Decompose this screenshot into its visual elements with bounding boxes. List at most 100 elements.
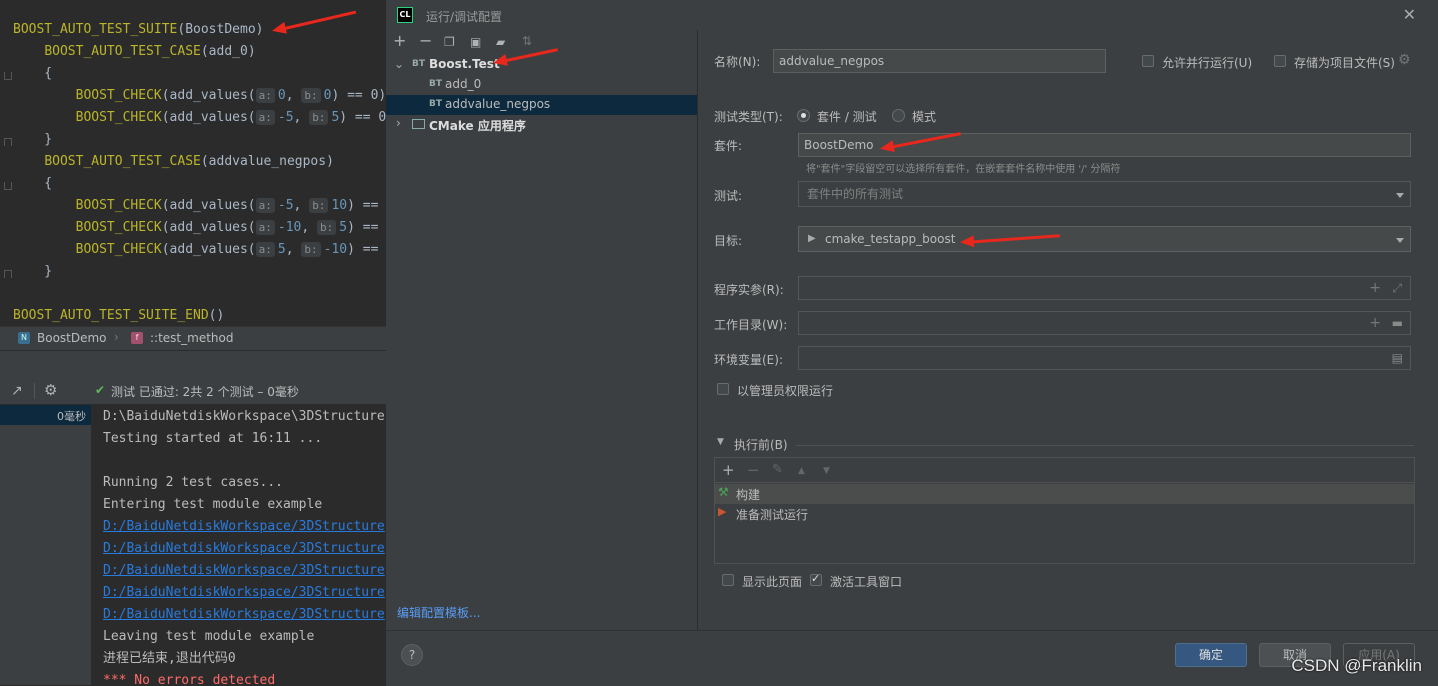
- code-line: BOOST_AUTO_TEST_CASE(add_0): [13, 41, 256, 63]
- chevron-right-icon[interactable]: ›: [396, 116, 401, 130]
- tree-group-cmake[interactable]: CMake 应用程序: [429, 117, 526, 134]
- code-line: BOOST_CHECK(add_values(a:0, b:0) == 0);: [13, 85, 386, 107]
- move-down-icon[interactable]: ▼: [823, 464, 830, 478]
- hammer-icon: ⚒: [718, 485, 729, 499]
- code-token: BOOST_AUTO_TEST_SUITE: [13, 22, 178, 37]
- console-link[interactable]: D:/BaiduNetdiskWorkspace/3DStructure: [103, 560, 385, 582]
- console-link[interactable]: D:/BaiduNetdiskWorkspace/3DStructure: [103, 582, 385, 604]
- expand-icon[interactable]: ⤢: [1392, 277, 1402, 299]
- target-label: 目标:: [714, 234, 743, 248]
- add-icon[interactable]: +: [393, 33, 406, 49]
- move-up-icon[interactable]: ▲: [798, 464, 805, 478]
- env-field[interactable]: ▤: [798, 346, 1411, 370]
- param-hint: b:: [309, 198, 329, 213]
- sort-icon[interactable]: ⇅: [522, 34, 532, 48]
- activate-tool-label: 激活工具窗口: [830, 575, 903, 589]
- fold-marker[interactable]: [4, 182, 12, 190]
- console-link[interactable]: D:/BaiduNetdiskWorkspace/3DStructure: [103, 516, 385, 538]
- code-line: {: [13, 173, 52, 195]
- param-hint: b:: [301, 242, 321, 257]
- tree-item-add-0[interactable]: add_0: [445, 77, 481, 91]
- add-icon[interactable]: +: [1369, 312, 1381, 334]
- close-icon[interactable]: ✕: [1403, 5, 1416, 24]
- store-as-file-checkbox[interactable]: [1274, 55, 1286, 67]
- code-token: }: [13, 132, 53, 147]
- target-dropdown-value: cmake_testapp_boost: [825, 232, 956, 246]
- list-item[interactable]: ⚒ 构建: [715, 484, 1414, 504]
- test-dropdown-value: 套件中的所有测试: [807, 187, 904, 201]
- add-icon[interactable]: +: [722, 463, 735, 478]
- chevron-down-icon[interactable]: ⌄: [394, 57, 404, 71]
- workdir-field[interactable]: + ▬: [798, 311, 1411, 335]
- code-token: 10: [331, 198, 348, 213]
- code-token: {: [13, 66, 53, 81]
- fold-marker[interactable]: [4, 270, 12, 278]
- edit-icon[interactable]: ✎: [772, 463, 783, 477]
- code-token: ) == 0);: [331, 88, 386, 103]
- param-hint: a:: [255, 110, 275, 125]
- activate-tool-checkbox[interactable]: [810, 572, 822, 586]
- watermark: CSDN @Franklin: [1291, 656, 1422, 675]
- fold-marker[interactable]: [4, 138, 12, 146]
- code-token: (add_0): [200, 44, 256, 59]
- code-token: BOOST_CHECK: [75, 198, 162, 213]
- remove-icon[interactable]: −: [419, 33, 432, 49]
- console-line: D:\BaiduNetdiskWorkspace\3DStructure: [103, 409, 385, 424]
- suite-test-radio[interactable]: [797, 109, 810, 122]
- help-button[interactable]: ?: [401, 644, 423, 666]
- collapse-triangle-icon[interactable]: ▼: [717, 437, 724, 447]
- breadcrumb-function[interactable]: ::test_method: [150, 331, 233, 345]
- fold-marker[interactable]: [4, 72, 12, 80]
- code-line: BOOST_AUTO_TEST_SUITE_END(): [13, 305, 224, 326]
- console-link[interactable]: D:/BaiduNetdiskWorkspace/3DStructure: [103, 538, 385, 560]
- remove-icon[interactable]: −: [747, 463, 760, 478]
- suite-hint: 将"套件"字段留空可以选择所有套件，在嵌套套件名称中使用 '/' 分隔符: [806, 164, 1121, 175]
- pattern-radio-label: 模式: [912, 110, 937, 124]
- before-launch-label[interactable]: 执行前(B): [734, 436, 788, 453]
- code-token: BOOST_CHECK: [75, 110, 162, 125]
- edit-templates-link[interactable]: 编辑配置模板...: [397, 604, 480, 621]
- run-as-admin-checkbox[interactable]: [717, 383, 729, 395]
- gear-icon[interactable]: ⚙: [1398, 52, 1411, 68]
- chevron-down-icon: [1396, 193, 1404, 198]
- tree-item-addvalue-negpos[interactable]: addvalue_negpos: [445, 97, 550, 111]
- program-args-field[interactable]: + ⤢: [798, 276, 1411, 300]
- save-icon[interactable]: ▣: [470, 35, 481, 49]
- target-dropdown[interactable]: ▶ cmake_testapp_boost: [798, 226, 1411, 252]
- console-link[interactable]: D:/BaiduNetdiskWorkspace/3DStructure: [103, 604, 385, 626]
- document-icon[interactable]: ▤: [1392, 347, 1403, 369]
- pattern-radio[interactable]: [892, 109, 905, 122]
- ok-button[interactable]: 确定: [1175, 643, 1247, 667]
- breadcrumb-namespace[interactable]: BoostDemo: [37, 331, 107, 345]
- code-editor[interactable]: BOOST_AUTO_TEST_SUITE(BoostDemo) BOOST_A…: [0, 0, 386, 326]
- allow-parallel-checkbox[interactable]: [1142, 55, 1154, 67]
- code-token: BOOST_CHECK: [75, 242, 162, 257]
- build-task: 构建: [736, 488, 761, 502]
- copy-icon[interactable]: ❐: [444, 35, 455, 49]
- folder-icon[interactable]: ▰: [496, 35, 505, 49]
- test-results-tree[interactable]: 0毫秒: [0, 405, 91, 685]
- allow-parallel-label: 允许并行运行(U): [1162, 56, 1253, 70]
- list-item[interactable]: ▶ 准备测试运行: [715, 504, 1414, 524]
- code-line: BOOST_CHECK(add_values(a:-5, b:10) == 5)…: [13, 195, 386, 217]
- code-token: BOOST_CHECK: [75, 88, 162, 103]
- param-hint: b:: [309, 110, 329, 125]
- code-token: BOOST_AUTO_TEST_CASE: [44, 154, 201, 169]
- code-token: (add_values(: [161, 220, 256, 235]
- tree-group-boost-test[interactable]: Boost.Test: [429, 57, 500, 71]
- folder-icon[interactable]: ▬: [1392, 312, 1403, 334]
- show-page-checkbox[interactable]: [722, 574, 734, 586]
- test-dropdown[interactable]: 套件中的所有测试: [798, 181, 1411, 207]
- tool-window-header: [0, 350, 386, 379]
- code-line: BOOST_CHECK(add_values(a:-10, b:5) == -5…: [13, 217, 386, 239]
- code-token: (BoostDemo): [177, 22, 264, 37]
- gear-icon[interactable]: ⚙: [44, 383, 57, 398]
- name-field[interactable]: addvalue_negpos: [773, 49, 1106, 73]
- export-icon[interactable]: ↗: [11, 384, 23, 398]
- console-output[interactable]: D:\BaiduNetdiskWorkspace\3DStructure Test…: [91, 405, 386, 685]
- console-line: *** No errors detected: [103, 673, 276, 685]
- param-hint: a:: [255, 242, 275, 257]
- add-icon[interactable]: +: [1369, 277, 1381, 299]
- code-token: 5: [339, 220, 348, 235]
